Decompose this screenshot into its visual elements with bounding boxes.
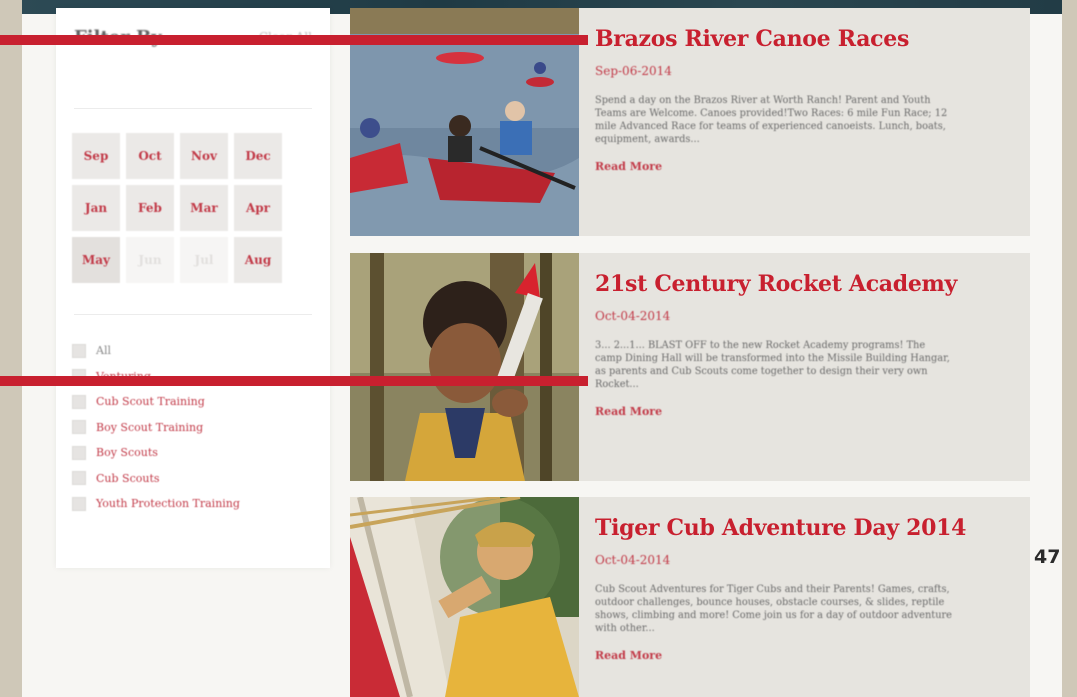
month-feb[interactable]: Feb — [126, 185, 174, 231]
category-filter-boy-scouts[interactable]: Boy Scouts — [72, 440, 312, 466]
category-label: Youth Protection Training — [96, 497, 240, 511]
event-description: Spend a day on the Brazos River at Worth… — [595, 95, 948, 145]
month-may[interactable]: May — [72, 237, 120, 283]
event-description: Cub Scout Adventures for Tiger Cubs and … — [595, 584, 952, 634]
event-title[interactable]: Brazos River Canoe Races — [595, 26, 1005, 52]
checkbox[interactable] — [72, 343, 86, 358]
month-jul: Jul — [180, 237, 228, 283]
annotation-line — [0, 376, 588, 386]
page-margin — [1062, 0, 1077, 697]
month-jan[interactable]: Jan — [72, 185, 120, 231]
event-date: Oct-04-2014 — [595, 309, 671, 323]
month-nov[interactable]: Nov — [180, 133, 228, 179]
category-label: Cub Scout Training — [96, 395, 205, 409]
annotation-line — [0, 35, 588, 45]
category-filter-list: All Venturing Cub Scout Training Boy Sco… — [72, 338, 312, 517]
event-card: 21st Century Rocket Academy Oct-04-2014 … — [350, 253, 1030, 481]
read-more-link[interactable]: Read More — [595, 649, 662, 662]
category-filter-cub-scouts[interactable]: Cub Scouts — [72, 466, 312, 492]
event-title[interactable]: 21st Century Rocket Academy — [595, 271, 1005, 297]
category-filter-boy-scout-training[interactable]: Boy Scout Training — [72, 415, 312, 441]
category-label: Cub Scouts — [96, 471, 160, 485]
checkbox[interactable] — [72, 394, 86, 409]
month-dec[interactable]: Dec — [234, 133, 282, 179]
month-jun: Jun — [126, 237, 174, 283]
event-photo-archery[interactable] — [350, 497, 579, 697]
event-card: Tiger Cub Adventure Day 2014 Oct-04-2014… — [350, 497, 1030, 697]
page-number: 47 — [1034, 546, 1061, 568]
event-date: Oct-04-2014 — [595, 553, 671, 567]
event-title[interactable]: Tiger Cub Adventure Day 2014 — [595, 515, 1005, 541]
month-aug[interactable]: Aug — [234, 237, 282, 283]
category-filter-youth-protection-training[interactable]: Youth Protection Training — [72, 491, 312, 517]
checkbox[interactable] — [72, 420, 86, 435]
category-filter-cub-scout-training[interactable]: Cub Scout Training — [72, 389, 312, 415]
checkbox[interactable] — [72, 496, 86, 511]
category-label: All — [96, 344, 111, 358]
month-sep[interactable]: Sep — [72, 133, 120, 179]
month-mar[interactable]: Mar — [180, 185, 228, 231]
event-body: Brazos River Canoe Races Sep-06-2014 Spe… — [595, 26, 1005, 174]
event-description: 3... 2...1... BLAST OFF to the new Rocke… — [595, 340, 950, 390]
month-oct[interactable]: Oct — [126, 133, 174, 179]
event-date: Sep-06-2014 — [595, 64, 672, 78]
event-body: Tiger Cub Adventure Day 2014 Oct-04-2014… — [595, 515, 1005, 663]
month-apr[interactable]: Apr — [234, 185, 282, 231]
read-more-link[interactable]: Read More — [595, 160, 662, 173]
checkbox[interactable] — [72, 445, 86, 460]
event-body: 21st Century Rocket Academy Oct-04-2014 … — [595, 271, 1005, 419]
checkbox[interactable] — [72, 471, 86, 486]
divider — [74, 108, 312, 109]
category-filter-all[interactable]: All — [72, 338, 312, 364]
filter-sidebar: Filter By Clear All Sep Oct Nov Dec Jan … — [56, 8, 330, 568]
read-more-link[interactable]: Read More — [595, 405, 662, 418]
divider — [74, 314, 312, 315]
category-label: Boy Scout Training — [96, 420, 204, 434]
event-photo-rocket[interactable] — [350, 253, 579, 481]
category-label: Boy Scouts — [96, 446, 158, 460]
month-grid: Sep Oct Nov Dec Jan Feb Mar Apr May Jun … — [72, 133, 286, 283]
